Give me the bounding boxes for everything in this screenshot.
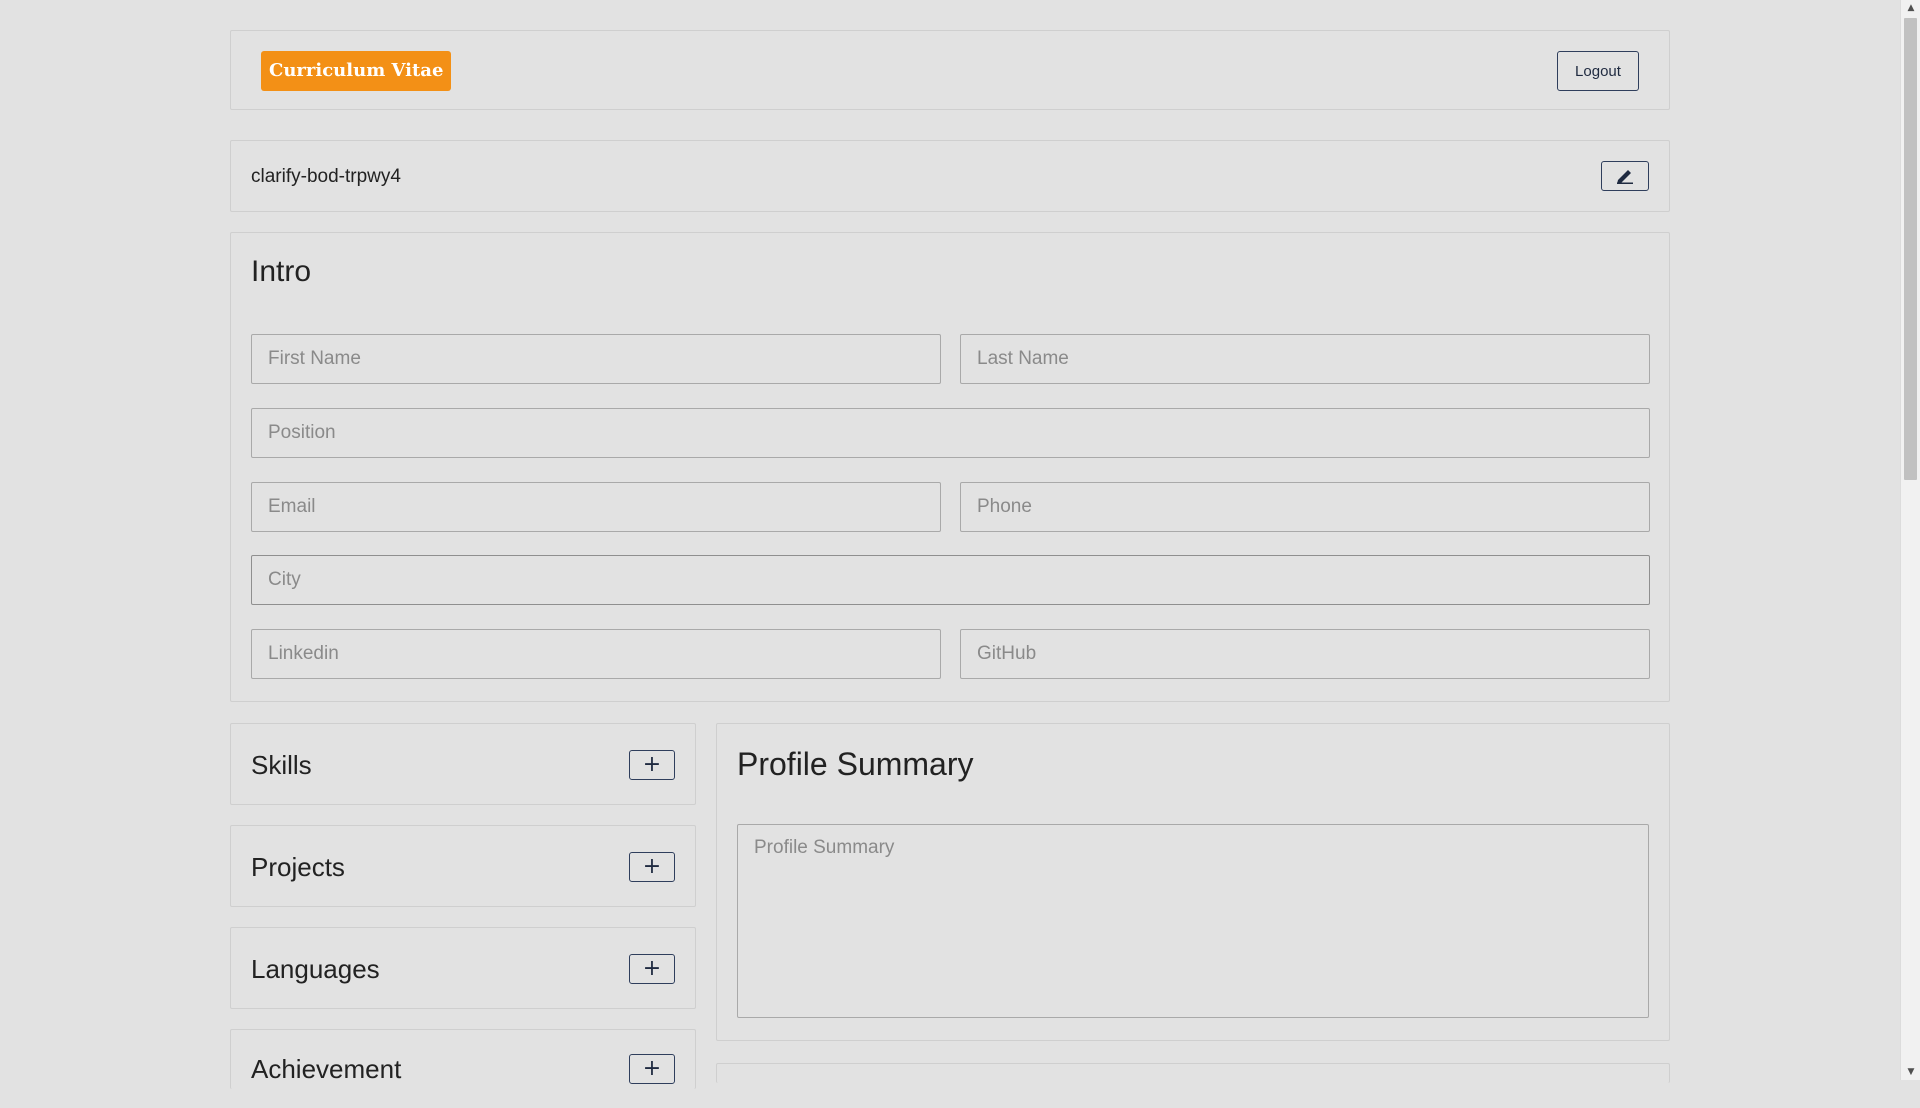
last-name-input[interactable]: [960, 334, 1650, 384]
edit-title-button[interactable]: [1601, 161, 1649, 191]
scroll-up-icon[interactable]: ▲: [1901, 0, 1920, 16]
brand-logo[interactable]: Curriculum Vitae: [261, 51, 452, 91]
add-project-button[interactable]: +: [629, 852, 675, 882]
github-input[interactable]: [960, 629, 1650, 679]
pencil-icon: [1615, 166, 1635, 187]
skills-section: Skills +: [230, 723, 696, 805]
vertical-scrollbar[interactable]: ▲ ▼: [1900, 0, 1920, 1080]
phone-input[interactable]: [960, 482, 1650, 532]
linkedin-input[interactable]: [251, 629, 941, 679]
profile-summary-heading: Profile Summary: [737, 746, 974, 782]
add-skill-button[interactable]: +: [629, 750, 675, 780]
email-input[interactable]: [251, 482, 941, 532]
first-name-input[interactable]: [251, 334, 941, 384]
next-section-card: [716, 1063, 1670, 1083]
intro-heading: Intro: [251, 255, 312, 288]
scrollbar-thumb[interactable]: [1904, 18, 1917, 480]
position-input[interactable]: [251, 408, 1650, 458]
profile-summary-textarea[interactable]: [737, 824, 1649, 1018]
document-title: clarify-bod-trpwy4: [251, 166, 401, 187]
projects-heading: Projects: [251, 852, 345, 882]
skills-heading: Skills: [251, 750, 312, 780]
profile-summary-section: Profile Summary: [716, 723, 1670, 1041]
app-header: Curriculum Vitae Logout: [230, 30, 1670, 110]
scroll-down-icon[interactable]: ▼: [1901, 1064, 1920, 1080]
achievement-section: Achievement +: [230, 1029, 696, 1089]
logout-button[interactable]: Logout: [1557, 51, 1639, 91]
document-title-bar: clarify-bod-trpwy4: [230, 140, 1670, 212]
achievement-heading: Achievement: [251, 1054, 402, 1084]
page-container: Curriculum Vitae Logout clarify-bod-trpw…: [230, 30, 1670, 1089]
city-input[interactable]: [251, 555, 1650, 605]
languages-heading: Languages: [251, 954, 380, 984]
languages-section: Languages +: [230, 927, 696, 1009]
projects-section: Projects +: [230, 825, 696, 907]
intro-section: Intro: [230, 232, 1670, 702]
add-language-button[interactable]: +: [629, 954, 675, 984]
